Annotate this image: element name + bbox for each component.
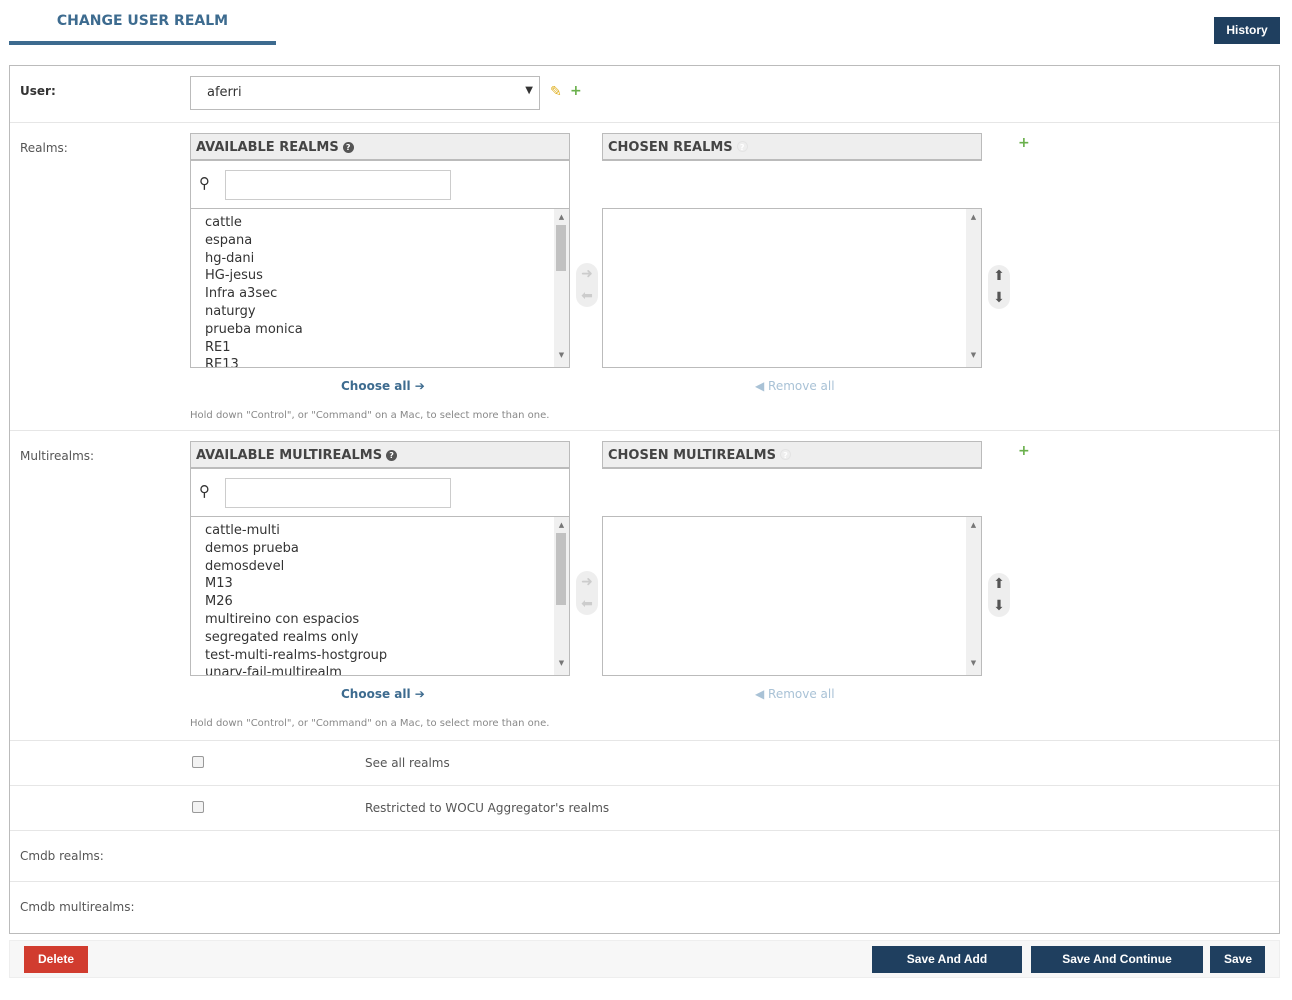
available-realms-title: AVAILABLE REALMS [196, 140, 339, 155]
restricted-checkbox[interactable] [192, 801, 204, 813]
move-up-icon[interactable]: ⬆ [988, 265, 1010, 287]
see-all-checkbox[interactable] [192, 756, 204, 768]
chosen-realms-list[interactable]: ▲ ▼ [602, 208, 982, 368]
search-icon: ⚲ [199, 174, 210, 192]
list-item[interactable]: hg-dani [205, 250, 555, 268]
see-all-row: See all realms [10, 741, 1279, 786]
help-icon: ? [779, 449, 791, 460]
user-label: User: [20, 84, 56, 98]
remove-arrow-icon[interactable]: ⬅ [576, 285, 598, 307]
delete-button[interactable]: Delete [24, 946, 89, 973]
move-down-icon[interactable]: ⬇ [988, 595, 1010, 617]
list-item[interactable]: RE1 [205, 339, 555, 357]
user-select[interactable]: aferri ▼ [190, 76, 540, 110]
multirealms-filter-input[interactable] [225, 478, 451, 508]
multirealms-help-text: Hold down "Control", or "Command" on a M… [190, 718, 550, 729]
scrollbar[interactable]: ▲ ▼ [966, 517, 981, 675]
move-down-icon[interactable]: ⬇ [988, 287, 1010, 309]
list-item[interactable]: demosdevel [205, 558, 555, 576]
list-item[interactable]: RE13 [205, 356, 555, 367]
change-form: User: aferri ▼ ✎ + Realms: AVAILABLE REAL… [9, 65, 1280, 934]
move-buttons: ➜ ⬅ [576, 263, 598, 307]
user-value: aferri [207, 85, 242, 100]
available-multirealms: AVAILABLE MULTIREALMS? ⚲ ▲ ▼ cattle-multi d… [190, 441, 570, 676]
chosen-multirealms-list[interactable]: ▲ ▼ [602, 516, 982, 676]
list-item[interactable]: demos prueba [205, 540, 555, 558]
list-item[interactable]: espana [205, 232, 555, 250]
scrollbar[interactable]: ▲ ▼ [554, 209, 569, 367]
list-item[interactable]: prueba monica [205, 321, 555, 339]
tab-change-user-realm[interactable]: CHANGE USER REALM [9, 0, 276, 45]
available-realms: AVAILABLE REALMS? ⚲ ▲ ▼ cattle espana hg-dan… [190, 133, 570, 368]
list-item[interactable]: HG-jesus [205, 267, 555, 285]
order-buttons: ⬆ ⬇ [988, 573, 1010, 617]
chosen-multirealms: CHOSEN MULTIREALMS? ▲ ▼ [602, 441, 982, 676]
available-realms-list[interactable]: ▲ ▼ cattle espana hg-dani HG-jesus Infra a3sec… [190, 208, 570, 368]
help-icon: ? [342, 142, 354, 153]
move-buttons: ➜ ⬅ [576, 571, 598, 615]
user-row: User: aferri ▼ ✎ + [10, 66, 1279, 123]
add-multirealm-plus-icon[interactable]: + [1018, 443, 1030, 459]
help-icon: ? [386, 450, 398, 461]
save-add-another-button[interactable]: Save And Add Another [872, 946, 1022, 993]
history-button[interactable]: History [1214, 17, 1280, 44]
remove-all-realms-link[interactable]: ◀ Remove all [755, 379, 835, 393]
list-item[interactable]: naturgy [205, 303, 555, 321]
restricted-label: Restricted to WOCU Aggregator's realms [365, 801, 610, 815]
cmdb-multirealms-label: Cmdb multirealms: [20, 900, 135, 914]
cmdb-realms-row: Cmdb realms: [10, 831, 1279, 882]
add-plus-icon[interactable]: + [570, 83, 582, 99]
remove-arrow-icon[interactable]: ⬅ [576, 593, 598, 615]
list-item[interactable]: M26 [205, 593, 555, 611]
save-button[interactable]: Save [1210, 946, 1265, 973]
available-multirealms-title: AVAILABLE MULTIREALMS [196, 448, 383, 463]
chevron-down-icon: ▼ [525, 85, 533, 96]
realms-filter-input[interactable] [225, 170, 451, 200]
list-item[interactable]: test-multi-realms-hostgroup [205, 647, 555, 665]
list-item[interactable]: cattle [205, 214, 555, 232]
scrollbar[interactable]: ▲ ▼ [966, 209, 981, 367]
multirealms-label: Multirealms: [20, 449, 95, 463]
list-item[interactable]: M13 [205, 575, 555, 593]
available-multirealms-list[interactable]: ▲ ▼ cattle-multi demos prueba demosdevel M13 M… [190, 516, 570, 676]
cmdb-realms-label: Cmdb realms: [20, 849, 104, 863]
realms-label: Realms: [20, 141, 68, 155]
scrollbar[interactable]: ▲ ▼ [554, 517, 569, 675]
edit-pencil-icon[interactable]: ✎ [550, 84, 562, 100]
chosen-realms: CHOSEN REALMS? ▲ ▼ [602, 133, 982, 368]
realms-row: Realms: AVAILABLE REALMS? ⚲ ▲ ▼ cattle espa… [10, 123, 1279, 431]
add-realm-plus-icon[interactable]: + [1018, 135, 1030, 151]
cmdb-multirealms-row: Cmdb multirealms: [10, 882, 1279, 933]
choose-all-realms-link[interactable]: Choose all ➔ [341, 379, 425, 393]
add-arrow-icon[interactable]: ➜ [576, 571, 598, 593]
submit-row: Delete Save And Add Another Save And Con… [9, 940, 1280, 993]
restricted-row: Restricted to WOCU Aggregator's realms [10, 786, 1279, 831]
list-item[interactable]: segregated realms only [205, 629, 555, 647]
list-item[interactable]: Infra a3sec [205, 285, 555, 303]
chosen-multirealms-title: CHOSEN MULTIREALMS [608, 448, 776, 463]
choose-all-multirealms-link[interactable]: Choose all ➔ [341, 687, 425, 701]
add-arrow-icon[interactable]: ➜ [576, 263, 598, 285]
save-continue-button[interactable]: Save And Continue Editing [1031, 946, 1203, 993]
multirealms-row: Multirealms: AVAILABLE MULTIREALMS? ⚲ ▲ ▼… [10, 431, 1279, 741]
see-all-label: See all realms [365, 756, 450, 770]
list-item[interactable]: multireino con espacios [205, 611, 555, 629]
list-item[interactable]: cattle-multi [205, 522, 555, 540]
list-item[interactable]: unary-fail-multirealm [205, 664, 555, 675]
remove-all-multirealms-link[interactable]: ◀ Remove all [755, 687, 835, 701]
move-up-icon[interactable]: ⬆ [988, 573, 1010, 595]
realms-help-text: Hold down "Control", or "Command" on a M… [190, 410, 550, 421]
search-icon: ⚲ [199, 482, 210, 500]
chosen-realms-title: CHOSEN REALMS [608, 140, 733, 155]
help-icon: ? [736, 141, 748, 152]
order-buttons: ⬆ ⬇ [988, 265, 1010, 309]
